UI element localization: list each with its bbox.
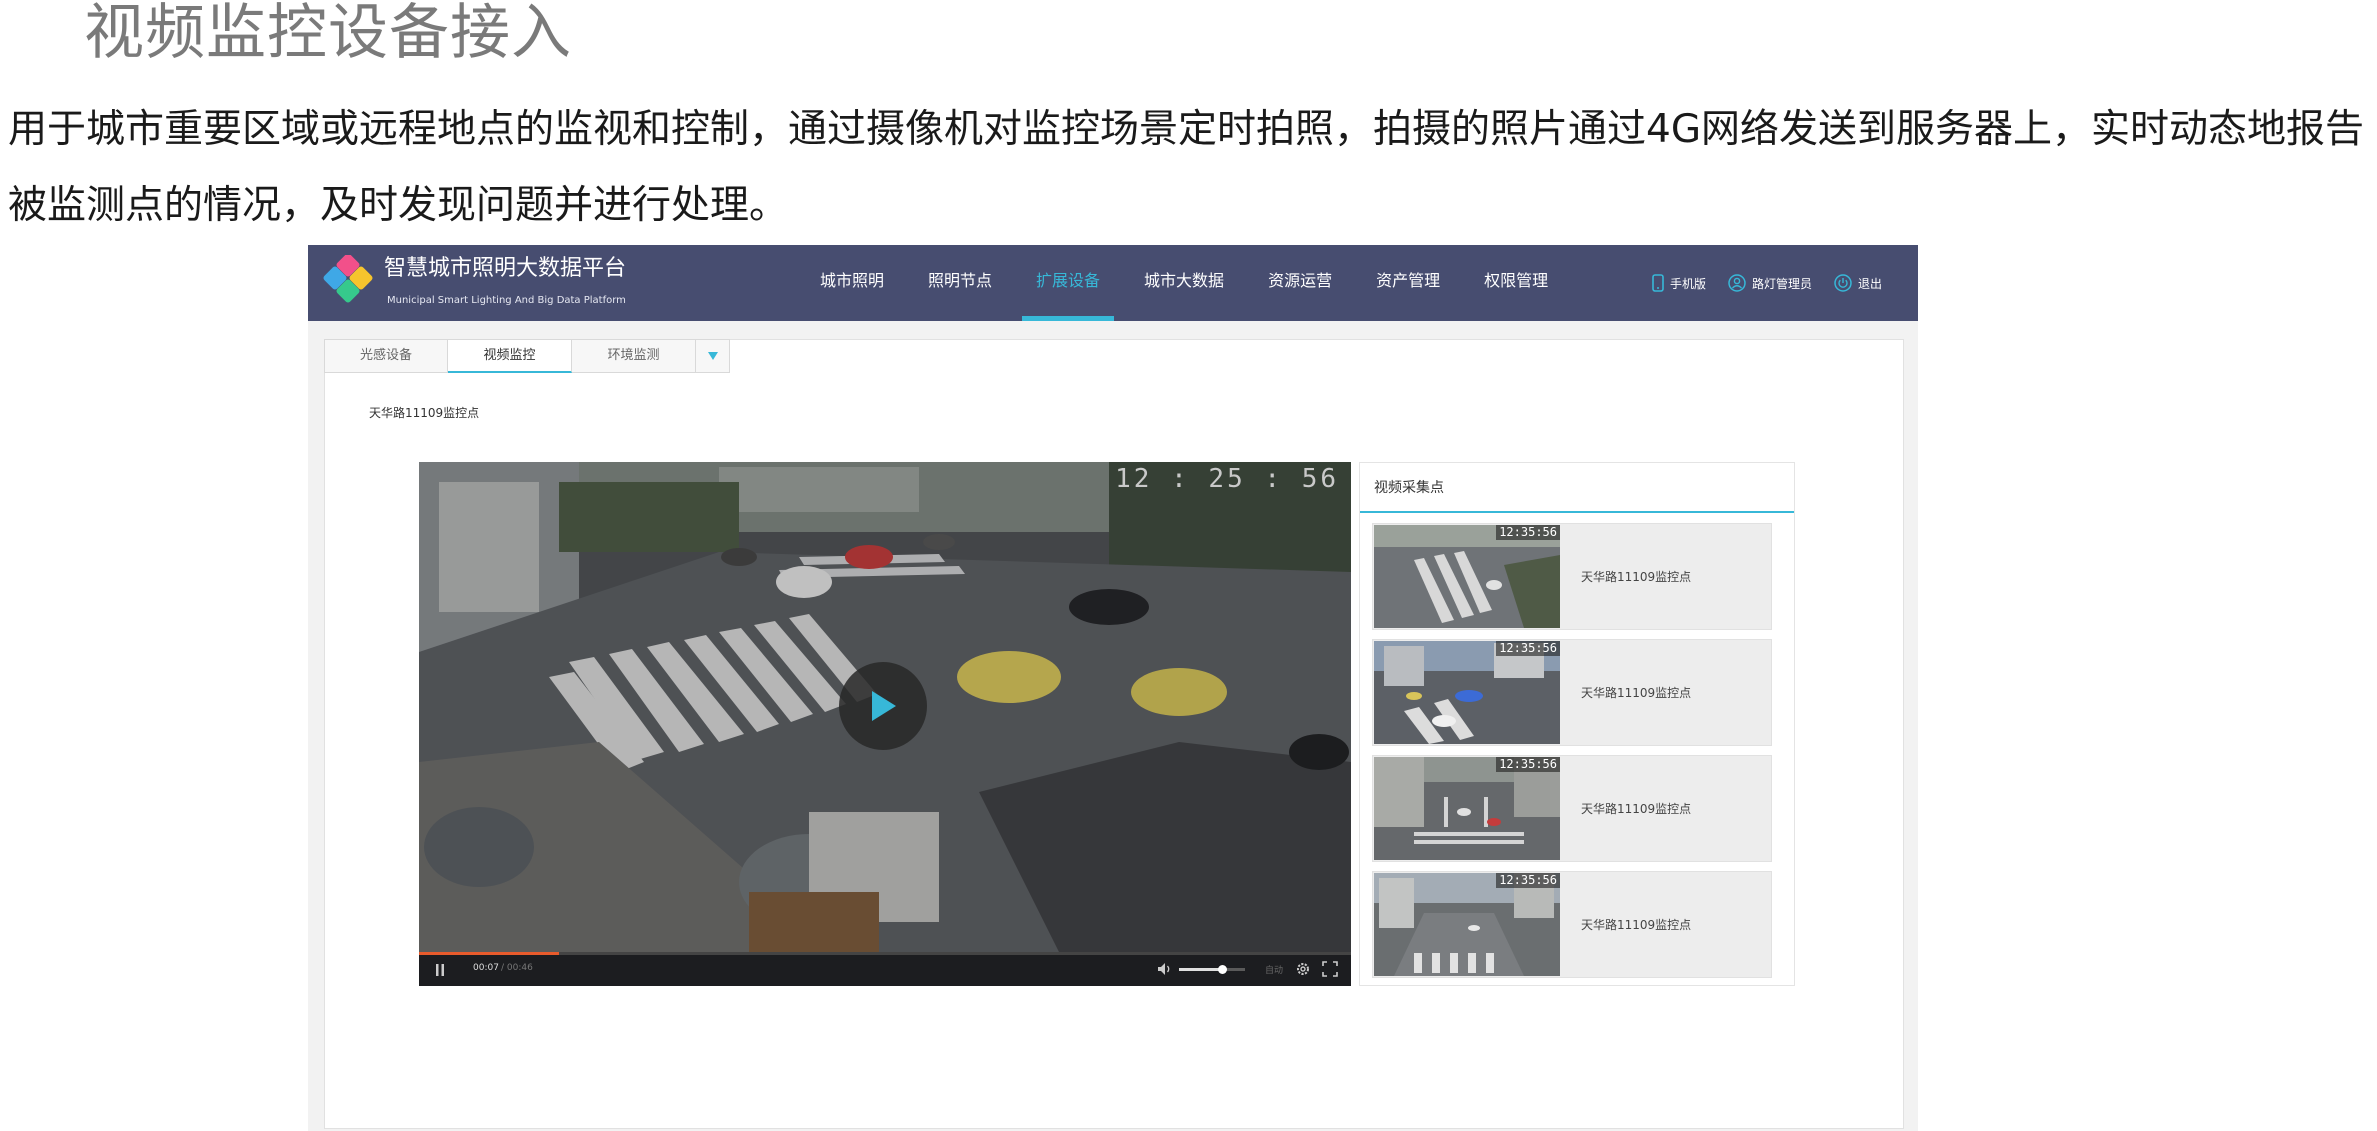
camera-thumbnail: 12:35:56 bbox=[1374, 873, 1560, 976]
admin-user-label: 路灯管理员 bbox=[1751, 276, 1812, 291]
mobile-phone-icon bbox=[1652, 274, 1664, 292]
volume-slider[interactable] bbox=[1179, 965, 1245, 974]
camera-list-item[interactable]: 12:35:56 天华路11109监控点 bbox=[1372, 755, 1772, 862]
camera-list-item[interactable]: 12:35:56 天华路11109监控点 bbox=[1372, 523, 1772, 630]
camera-label: 天华路11109监控点 bbox=[1581, 570, 1692, 584]
thumbnail-timestamp: 12:35:56 bbox=[1496, 525, 1560, 540]
camera-thumbnail: 12:35:56 bbox=[1374, 757, 1560, 860]
camera-list-item[interactable]: 12:35:56 天华路11109监控点 bbox=[1372, 639, 1772, 746]
nav-permission-management[interactable]: 权限管理 bbox=[1470, 245, 1562, 321]
play-button[interactable] bbox=[839, 662, 927, 750]
location-title: 天华路11109监控点 bbox=[369, 406, 480, 420]
device-tabs: 光感设备 视频监控 环境监测 bbox=[324, 339, 730, 373]
nav-extended-devices[interactable]: 扩展设备 bbox=[1022, 245, 1115, 321]
gear-icon[interactable] bbox=[1295, 961, 1311, 977]
admin-user-link[interactable]: 路灯管理员 bbox=[1728, 274, 1812, 292]
camera-thumbnail: 12:35:56 bbox=[1374, 641, 1560, 744]
tab-environment-monitoring[interactable]: 环境监测 bbox=[572, 339, 696, 373]
mobile-version-link[interactable]: 手机版 bbox=[1652, 274, 1706, 292]
nav-resource-operations[interactable]: 资源运营 bbox=[1254, 245, 1346, 321]
brand-subtitle: Municipal Smart Lighting And Big Data Pl… bbox=[387, 295, 626, 306]
logout-label: 退出 bbox=[1857, 276, 1882, 291]
current-time: 00:07 bbox=[473, 963, 499, 973]
top-navigation-bar: 智慧城市照明大数据平台 Municipal Smart Lighting And… bbox=[308, 245, 1918, 321]
video-timestamp: 12 : 25 : 56 bbox=[1115, 464, 1339, 494]
thumbnail-timestamp: 12:35:56 bbox=[1496, 757, 1560, 772]
top-actions: 手机版 路灯管理员 退出 bbox=[1630, 245, 1882, 321]
camera-label: 天华路11109监控点 bbox=[1581, 802, 1692, 816]
mobile-version-label: 手机版 bbox=[1669, 276, 1706, 291]
user-icon bbox=[1728, 274, 1746, 292]
camera-list: 12:35:56 天华路11109监控点 12:35:56 天华路11109监控… bbox=[1372, 523, 1772, 987]
app-window: 智慧城市照明大数据平台 Municipal Smart Lighting And… bbox=[308, 245, 1918, 1131]
brand-title: 智慧城市照明大数据平台 bbox=[384, 256, 627, 281]
nav-city-lighting[interactable]: 城市照明 bbox=[806, 245, 898, 321]
video-player[interactable]: 12 : 25 : 56 00:07 / 00:46 自动 bbox=[419, 462, 1351, 986]
play-icon bbox=[872, 691, 896, 721]
volume-slider-fill bbox=[1179, 968, 1222, 971]
main-nav: 城市照明 照明节点 扩展设备 城市大数据 资源运营 资产管理 权限管理 bbox=[806, 245, 1578, 321]
camera-label: 天华路11109监控点 bbox=[1581, 918, 1692, 932]
total-time: / 00:46 bbox=[501, 963, 533, 973]
volume-icon[interactable] bbox=[1157, 962, 1173, 976]
camera-list-item[interactable]: 12:35:56 天华路11109监控点 bbox=[1372, 871, 1772, 978]
pause-icon[interactable] bbox=[435, 964, 445, 976]
thumbnail-timestamp: 12:35:56 bbox=[1496, 641, 1560, 656]
slide-description: 用于城市重要区域或远程地点的监视和控制，通过摄像机对监控场景定时拍照，拍摄的照片… bbox=[8, 107, 2365, 228]
video-collection-panel: 视频采集点 12:35:56 天华路11109监控点 12:35:56 天华路1… bbox=[1359, 462, 1795, 986]
content-card: 光感设备 视频监控 环境监测 天华路11109监控点 12: 25: 56 … bbox=[324, 339, 1904, 1129]
nav-asset-management[interactable]: 资产管理 bbox=[1362, 245, 1454, 321]
quality-label[interactable]: 自动 bbox=[1265, 963, 1283, 976]
power-icon bbox=[1834, 274, 1852, 292]
tab-video-monitoring[interactable]: 视频监控 bbox=[448, 339, 572, 373]
logout-button[interactable]: 退出 bbox=[1834, 274, 1882, 292]
video-progress-bar[interactable] bbox=[419, 952, 1351, 955]
nav-lighting-nodes[interactable]: 照明节点 bbox=[914, 245, 1006, 321]
volume-slider-knob[interactable] bbox=[1217, 965, 1227, 974]
logo-icon bbox=[323, 255, 373, 303]
video-progress-fill bbox=[419, 952, 559, 955]
thumbnail-timestamp: 12:35:56 bbox=[1496, 873, 1560, 888]
video-controls: 00:07 / 00:46 自动 bbox=[419, 952, 1351, 986]
tab-light-sensor[interactable]: 光感设备 bbox=[324, 339, 448, 373]
triangle-down-icon bbox=[707, 352, 718, 360]
camera-thumbnail: 12:35:56 bbox=[1374, 525, 1560, 628]
fullscreen-icon[interactable] bbox=[1322, 961, 1338, 977]
tabs-dropdown-button[interactable] bbox=[696, 339, 730, 373]
nav-city-big-data[interactable]: 城市大数据 bbox=[1130, 245, 1238, 321]
slide-title: 视频监控设备接入 bbox=[84, 0, 572, 68]
panel-title: 视频采集点 bbox=[1360, 463, 1794, 513]
camera-label: 天华路11109监控点 bbox=[1581, 686, 1692, 700]
